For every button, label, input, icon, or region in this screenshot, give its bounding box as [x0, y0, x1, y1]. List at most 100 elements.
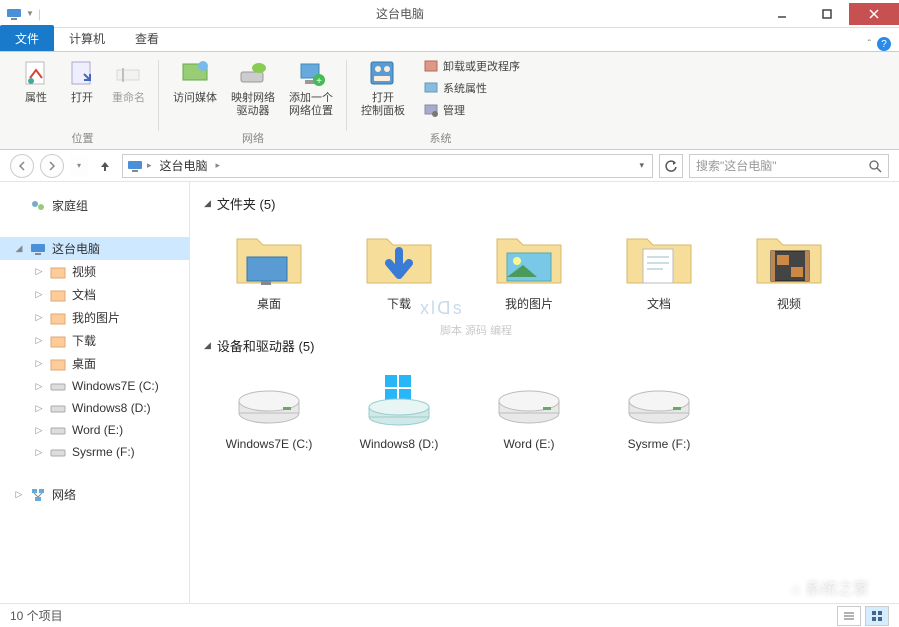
icons-view-button[interactable] [865, 606, 889, 626]
network-icon [30, 487, 46, 503]
caret-down-icon[interactable]: ▼ [22, 9, 38, 18]
tree-homegroup[interactable]: 家庭组 [0, 194, 189, 217]
control-panel-button[interactable]: 打开 控制面板 [357, 56, 409, 120]
folder-icon [50, 287, 66, 303]
ribbon-tabs: 文件 计算机 查看 ˆ ? [0, 28, 899, 52]
maximize-button[interactable] [804, 3, 849, 25]
search-input[interactable]: 搜索"这台电脑" [689, 154, 889, 178]
breadcrumb[interactable]: 这台电脑 [156, 157, 212, 174]
drives-grid: Windows7E (C:) Windows8 (D:) Word (E:) S… [204, 363, 885, 455]
status-bar: 10 个项目 [0, 603, 899, 627]
tree-item-drive-c[interactable]: ▷Windows7E (C:) [0, 375, 189, 397]
rename-button[interactable]: 重命名 [108, 56, 149, 107]
tree-item-documents[interactable]: ▷文档 [0, 283, 189, 306]
drive-icon [623, 367, 695, 431]
folder-icon [50, 356, 66, 372]
back-button[interactable] [10, 154, 34, 178]
drive-network-icon [237, 58, 269, 90]
tree-item-pictures[interactable]: ▷我的图片 [0, 306, 189, 329]
map-drive-button[interactable]: 映射网络 驱动器 [227, 56, 279, 120]
drive-icon [50, 444, 66, 460]
drive-c[interactable]: Windows7E (C:) [214, 363, 324, 455]
drive-os-icon [363, 367, 435, 431]
collapse-ribbon-icon[interactable]: ˆ [868, 39, 871, 50]
uninstall-button[interactable]: 卸载或更改程序 [419, 56, 524, 76]
properties-icon [20, 58, 52, 90]
title-bar: ▼ | 这台电脑 [0, 0, 899, 28]
media-icon [179, 58, 211, 90]
drive-icon [50, 400, 66, 416]
desktop-folder-icon [233, 225, 305, 289]
manage-button[interactable]: 管理 [419, 100, 524, 120]
tree-thispc[interactable]: ◢ 这台电脑 [0, 237, 189, 260]
videos-folder-icon [753, 225, 825, 289]
help-icon[interactable]: ? [877, 37, 891, 51]
uninstall-icon [423, 58, 439, 74]
folders-grid: 桌面 下载 我的图片 文档 视频 [204, 221, 885, 316]
system-properties-button[interactable]: 系统属性 [419, 78, 524, 98]
details-view-button[interactable] [837, 606, 861, 626]
nav-tree: 家庭组 ◢ 这台电脑 ▷视频 ▷文档 ▷我的图片 ▷下载 ▷桌面 ▷Window… [0, 182, 190, 603]
ribbon-group-system: 打开 控制面板 卸载或更改程序 系统属性 管理 系统 [347, 56, 534, 149]
tab-computer[interactable]: 计算机 [54, 25, 120, 51]
search-icon [868, 159, 882, 173]
minimize-button[interactable] [759, 3, 804, 25]
up-button[interactable] [94, 155, 116, 177]
folder-icon [50, 310, 66, 326]
refresh-button[interactable] [659, 154, 683, 178]
homegroup-icon [30, 198, 46, 214]
tree-item-drive-d[interactable]: ▷Windows8 (D:) [0, 397, 189, 419]
ribbon: 属性 打开 重命名 位置 访问媒体 映射网络 驱动器 + [0, 52, 899, 150]
nav-bar: ▾ ▸ 这台电脑 ▸ ▾ 搜索"这台电脑" [0, 150, 899, 182]
ribbon-group-network: 访问媒体 映射网络 驱动器 + 添加一个 网络位置 网络 [159, 56, 347, 149]
ribbon-group-location: 属性 打开 重命名 位置 [6, 56, 159, 149]
add-location-button[interactable]: + 添加一个 网络位置 [285, 56, 337, 120]
folder-pictures[interactable]: 我的图片 [474, 221, 584, 316]
tree-item-drive-f[interactable]: ▷Sysrme (F:) [0, 441, 189, 463]
properties-button[interactable]: 属性 [16, 56, 56, 107]
tree-item-downloads[interactable]: ▷下载 [0, 329, 189, 352]
rename-icon [113, 58, 145, 90]
downloads-folder-icon [363, 225, 435, 289]
tab-file[interactable]: 文件 [0, 25, 54, 51]
folder-desktop[interactable]: 桌面 [214, 221, 324, 316]
address-dropdown-icon[interactable]: ▾ [635, 160, 648, 171]
computer-icon [127, 158, 143, 174]
drive-icon [493, 367, 565, 431]
folder-icon [50, 264, 66, 280]
content-pane: ◢ 文件夹 (5) 桌面 下载 我的图片 文档 视频 [190, 182, 899, 603]
pictures-folder-icon [493, 225, 565, 289]
access-media-button[interactable]: 访问媒体 [169, 56, 221, 107]
tree-item-desktop[interactable]: ▷桌面 [0, 352, 189, 375]
open-icon [66, 58, 98, 90]
collapse-icon: ◢ [204, 340, 211, 351]
drives-section-header[interactable]: ◢ 设备和驱动器 (5) [204, 336, 885, 355]
tree-item-drive-e[interactable]: ▷Word (E:) [0, 419, 189, 441]
computer-icon [6, 6, 22, 22]
forward-button[interactable] [40, 154, 64, 178]
computer-icon [30, 241, 46, 257]
collapse-icon: ◢ [204, 198, 211, 209]
control-panel-icon [367, 58, 399, 90]
drive-icon [50, 378, 66, 394]
close-button[interactable] [849, 3, 899, 25]
folders-section-header[interactable]: ◢ 文件夹 (5) [204, 194, 885, 213]
tree-network[interactable]: ▷ 网络 [0, 483, 189, 506]
drive-icon [50, 422, 66, 438]
documents-folder-icon [623, 225, 695, 289]
folder-documents[interactable]: 文档 [604, 221, 714, 316]
drive-f[interactable]: Sysrme (F:) [604, 363, 714, 455]
tab-view[interactable]: 查看 [120, 25, 174, 51]
add-location-icon: + [295, 58, 327, 90]
folder-downloads[interactable]: 下载 [344, 221, 454, 316]
drive-d[interactable]: Windows8 (D:) [344, 363, 454, 455]
tree-item-videos[interactable]: ▷视频 [0, 260, 189, 283]
address-bar[interactable]: ▸ 这台电脑 ▸ ▾ [122, 154, 653, 178]
drive-e[interactable]: Word (E:) [474, 363, 584, 455]
open-button[interactable]: 打开 [62, 56, 102, 107]
recent-dropdown[interactable]: ▾ [70, 155, 88, 177]
manage-icon [423, 102, 439, 118]
status-text: 10 个项目 [10, 607, 63, 624]
folder-icon [50, 333, 66, 349]
folder-videos[interactable]: 视频 [734, 221, 844, 316]
